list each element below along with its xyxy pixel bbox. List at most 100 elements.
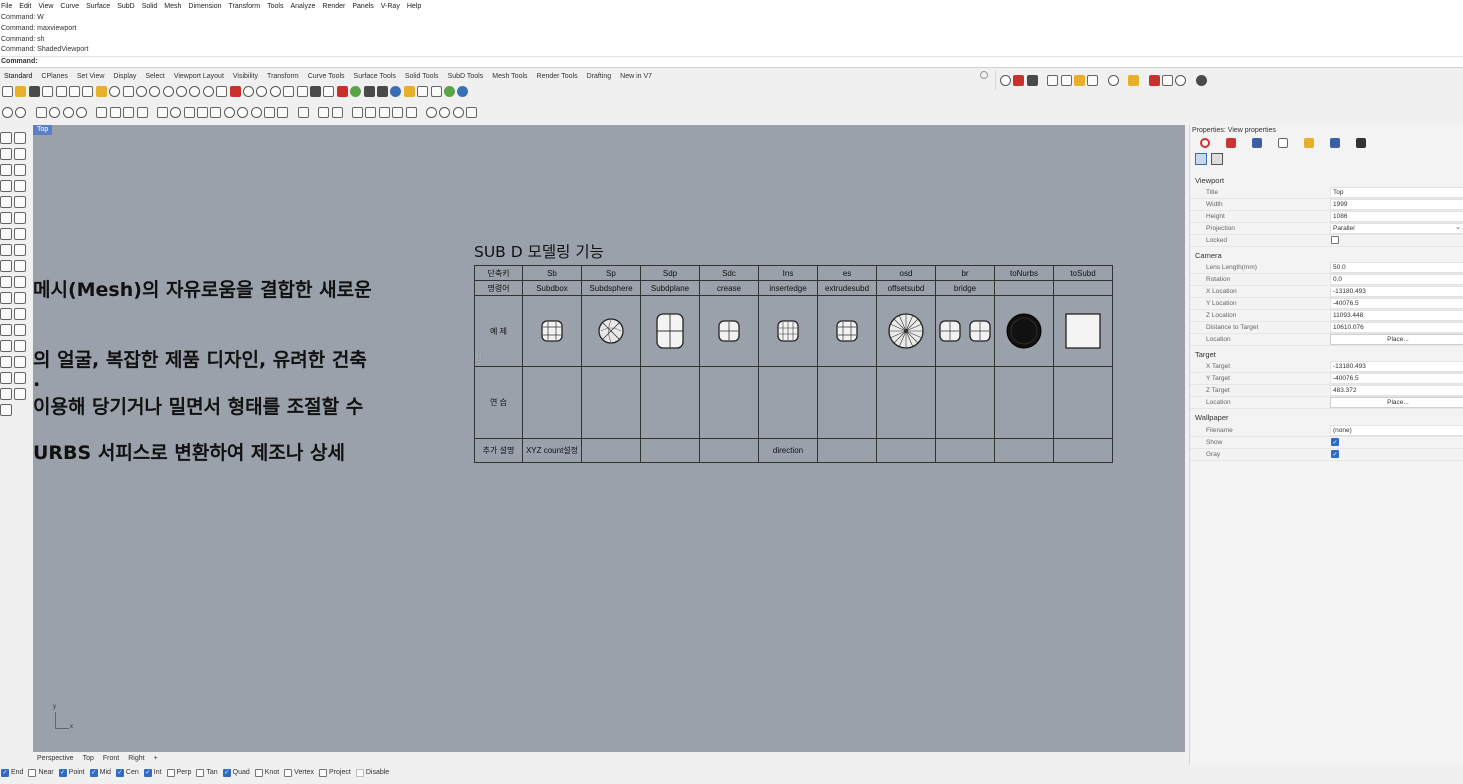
tab-viewport-layout[interactable]: Viewport Layout bbox=[174, 73, 224, 80]
menu-render[interactable]: Render bbox=[322, 3, 345, 10]
array-tool-icon[interactable] bbox=[14, 324, 26, 336]
misc-tool-icon[interactable] bbox=[0, 404, 12, 416]
menu-help[interactable]: Help bbox=[407, 3, 421, 10]
tab-set-view[interactable]: Set View bbox=[77, 73, 105, 80]
brush-tab-icon[interactable] bbox=[1278, 138, 1288, 148]
rotation-field[interactable]: 0.0 bbox=[1330, 274, 1463, 285]
mesh-tool-icon[interactable] bbox=[0, 244, 12, 256]
copy-tool-icon[interactable] bbox=[14, 276, 26, 288]
subd-tool-icon[interactable] bbox=[14, 244, 26, 256]
import-icon[interactable] bbox=[55, 85, 67, 97]
snap-icon[interactable] bbox=[15, 106, 27, 118]
tab-curve-tools[interactable]: Curve Tools bbox=[308, 73, 345, 80]
layout-icon[interactable] bbox=[123, 106, 135, 118]
add-viewport-button[interactable]: + bbox=[154, 755, 158, 762]
join-icon[interactable] bbox=[439, 106, 451, 118]
surface-tool-icon[interactable] bbox=[0, 212, 12, 224]
camera-icon[interactable] bbox=[1195, 153, 1207, 165]
check-tool-icon[interactable] bbox=[14, 372, 26, 384]
split-icon[interactable] bbox=[365, 106, 377, 118]
tab-right[interactable]: Right bbox=[128, 755, 144, 762]
height-field[interactable]: 1086 bbox=[1330, 211, 1463, 222]
filename-field[interactable]: (none) bbox=[1330, 425, 1463, 436]
fillet-tool-icon[interactable] bbox=[14, 196, 26, 208]
tab-surface-tools[interactable]: Surface Tools bbox=[354, 73, 396, 80]
display-tab-icon[interactable] bbox=[1330, 138, 1340, 148]
tab-standard[interactable]: Standard bbox=[4, 73, 32, 80]
open-folder-icon[interactable] bbox=[15, 85, 27, 97]
folder-tab-icon[interactable] bbox=[1304, 138, 1314, 148]
list-tool-icon[interactable] bbox=[14, 356, 26, 368]
flow-tool-icon[interactable] bbox=[0, 388, 12, 400]
spark-tool-icon[interactable] bbox=[14, 260, 26, 272]
shaded-sphere-icon[interactable] bbox=[363, 85, 375, 97]
palette-icon[interactable] bbox=[136, 106, 148, 118]
text-tool-icon[interactable] bbox=[0, 308, 12, 320]
title-field[interactable]: Top bbox=[1330, 187, 1463, 198]
cube-icon[interactable] bbox=[318, 106, 330, 118]
x-target-field[interactable]: -13180.493 bbox=[1330, 361, 1463, 372]
osnap-cen[interactable]: ✓ Cen bbox=[115, 768, 139, 777]
add-icon[interactable] bbox=[452, 106, 464, 118]
lens-length-field[interactable]: 50.0 bbox=[1330, 262, 1463, 273]
rotate-view-icon[interactable] bbox=[202, 85, 214, 97]
osnap-knot[interactable]: Knot bbox=[254, 768, 279, 777]
osnap-perp[interactable]: Perp bbox=[166, 768, 191, 777]
block-icon[interactable] bbox=[297, 106, 309, 118]
osnap-project[interactable]: Project bbox=[319, 768, 351, 777]
rectangle-tool-icon[interactable] bbox=[14, 180, 26, 192]
tab-cplanes[interactable]: CPlanes bbox=[41, 73, 67, 80]
zoom-extents-icon[interactable] bbox=[176, 85, 188, 97]
target-place-button[interactable]: Place... bbox=[1330, 397, 1463, 408]
grid-array-icon[interactable] bbox=[392, 106, 404, 118]
osnap-mid[interactable]: ✓ Mid bbox=[89, 768, 111, 777]
y-target-field[interactable]: -40076.5 bbox=[1330, 373, 1463, 384]
analyze-tool-icon[interactable] bbox=[0, 324, 12, 336]
menu-analyze[interactable]: Analyze bbox=[290, 3, 315, 10]
tosubd-example-icon[interactable] bbox=[1065, 313, 1101, 349]
solid-tool-icon[interactable] bbox=[0, 228, 12, 240]
tab-subd-tools[interactable]: SubD Tools bbox=[448, 73, 484, 80]
locked-checkbox[interactable] bbox=[1331, 236, 1339, 244]
checker-icon[interactable] bbox=[1087, 74, 1099, 86]
grid-icon[interactable] bbox=[216, 85, 228, 97]
window-toggle-icon[interactable] bbox=[1161, 74, 1173, 86]
osnap-quad[interactable]: ✓ Quad bbox=[222, 768, 250, 777]
viewport-top[interactable]: Top 메시(Mesh)의 자유로움을 결합한 새로운 의 얼굴, 복잡한 제품… bbox=[33, 125, 1185, 752]
copy-icon[interactable] bbox=[82, 85, 94, 97]
flip-icon[interactable] bbox=[62, 106, 74, 118]
tools-icon[interactable] bbox=[430, 85, 442, 97]
table-icon[interactable] bbox=[405, 106, 417, 118]
brush-icon[interactable] bbox=[417, 85, 429, 97]
material-tab-icon[interactable] bbox=[1226, 138, 1236, 148]
distance-to-target-field[interactable]: 10610.076 bbox=[1330, 322, 1463, 333]
menu-transform[interactable]: Transform bbox=[229, 3, 261, 10]
tab-visibility[interactable]: Visibility bbox=[233, 73, 258, 80]
osnap-near[interactable]: Near bbox=[28, 768, 54, 777]
cube-edit-icon[interactable] bbox=[331, 106, 343, 118]
tab-render-tools[interactable]: Render Tools bbox=[537, 73, 578, 80]
extrudesubd-example-icon[interactable] bbox=[835, 319, 859, 343]
polyline-tool-icon[interactable] bbox=[14, 148, 26, 160]
render-tab-icon[interactable] bbox=[1252, 138, 1262, 148]
explode-icon[interactable] bbox=[425, 106, 437, 118]
layer-stack-icon[interactable] bbox=[1013, 74, 1025, 86]
offsetsubd-example-icon[interactable] bbox=[887, 312, 925, 350]
osnap-tan[interactable]: Tan bbox=[196, 768, 218, 777]
menu-surface[interactable]: Surface bbox=[86, 3, 110, 10]
material-icon[interactable] bbox=[1060, 74, 1072, 86]
polygon-tool-icon[interactable] bbox=[0, 196, 12, 208]
subdsphere-example-icon[interactable] bbox=[597, 317, 625, 345]
car-icon[interactable] bbox=[229, 85, 241, 97]
tab-drafting[interactable]: Drafting bbox=[587, 73, 612, 80]
menu-mesh[interactable]: Mesh bbox=[164, 3, 181, 10]
z-location-field[interactable]: 11093.448 bbox=[1330, 310, 1463, 321]
tab-transform[interactable]: Transform bbox=[267, 73, 299, 80]
color-icon[interactable] bbox=[336, 85, 348, 97]
tab-new-in-v7[interactable]: New in V7 bbox=[620, 73, 652, 80]
asterisk-icon[interactable] bbox=[210, 106, 222, 118]
show-checkbox[interactable]: ✓ bbox=[1331, 438, 1339, 446]
projection-select[interactable]: Parallel ⌄ bbox=[1330, 223, 1463, 234]
cut-icon[interactable] bbox=[68, 85, 80, 97]
frame-icon[interactable] bbox=[1210, 153, 1223, 165]
